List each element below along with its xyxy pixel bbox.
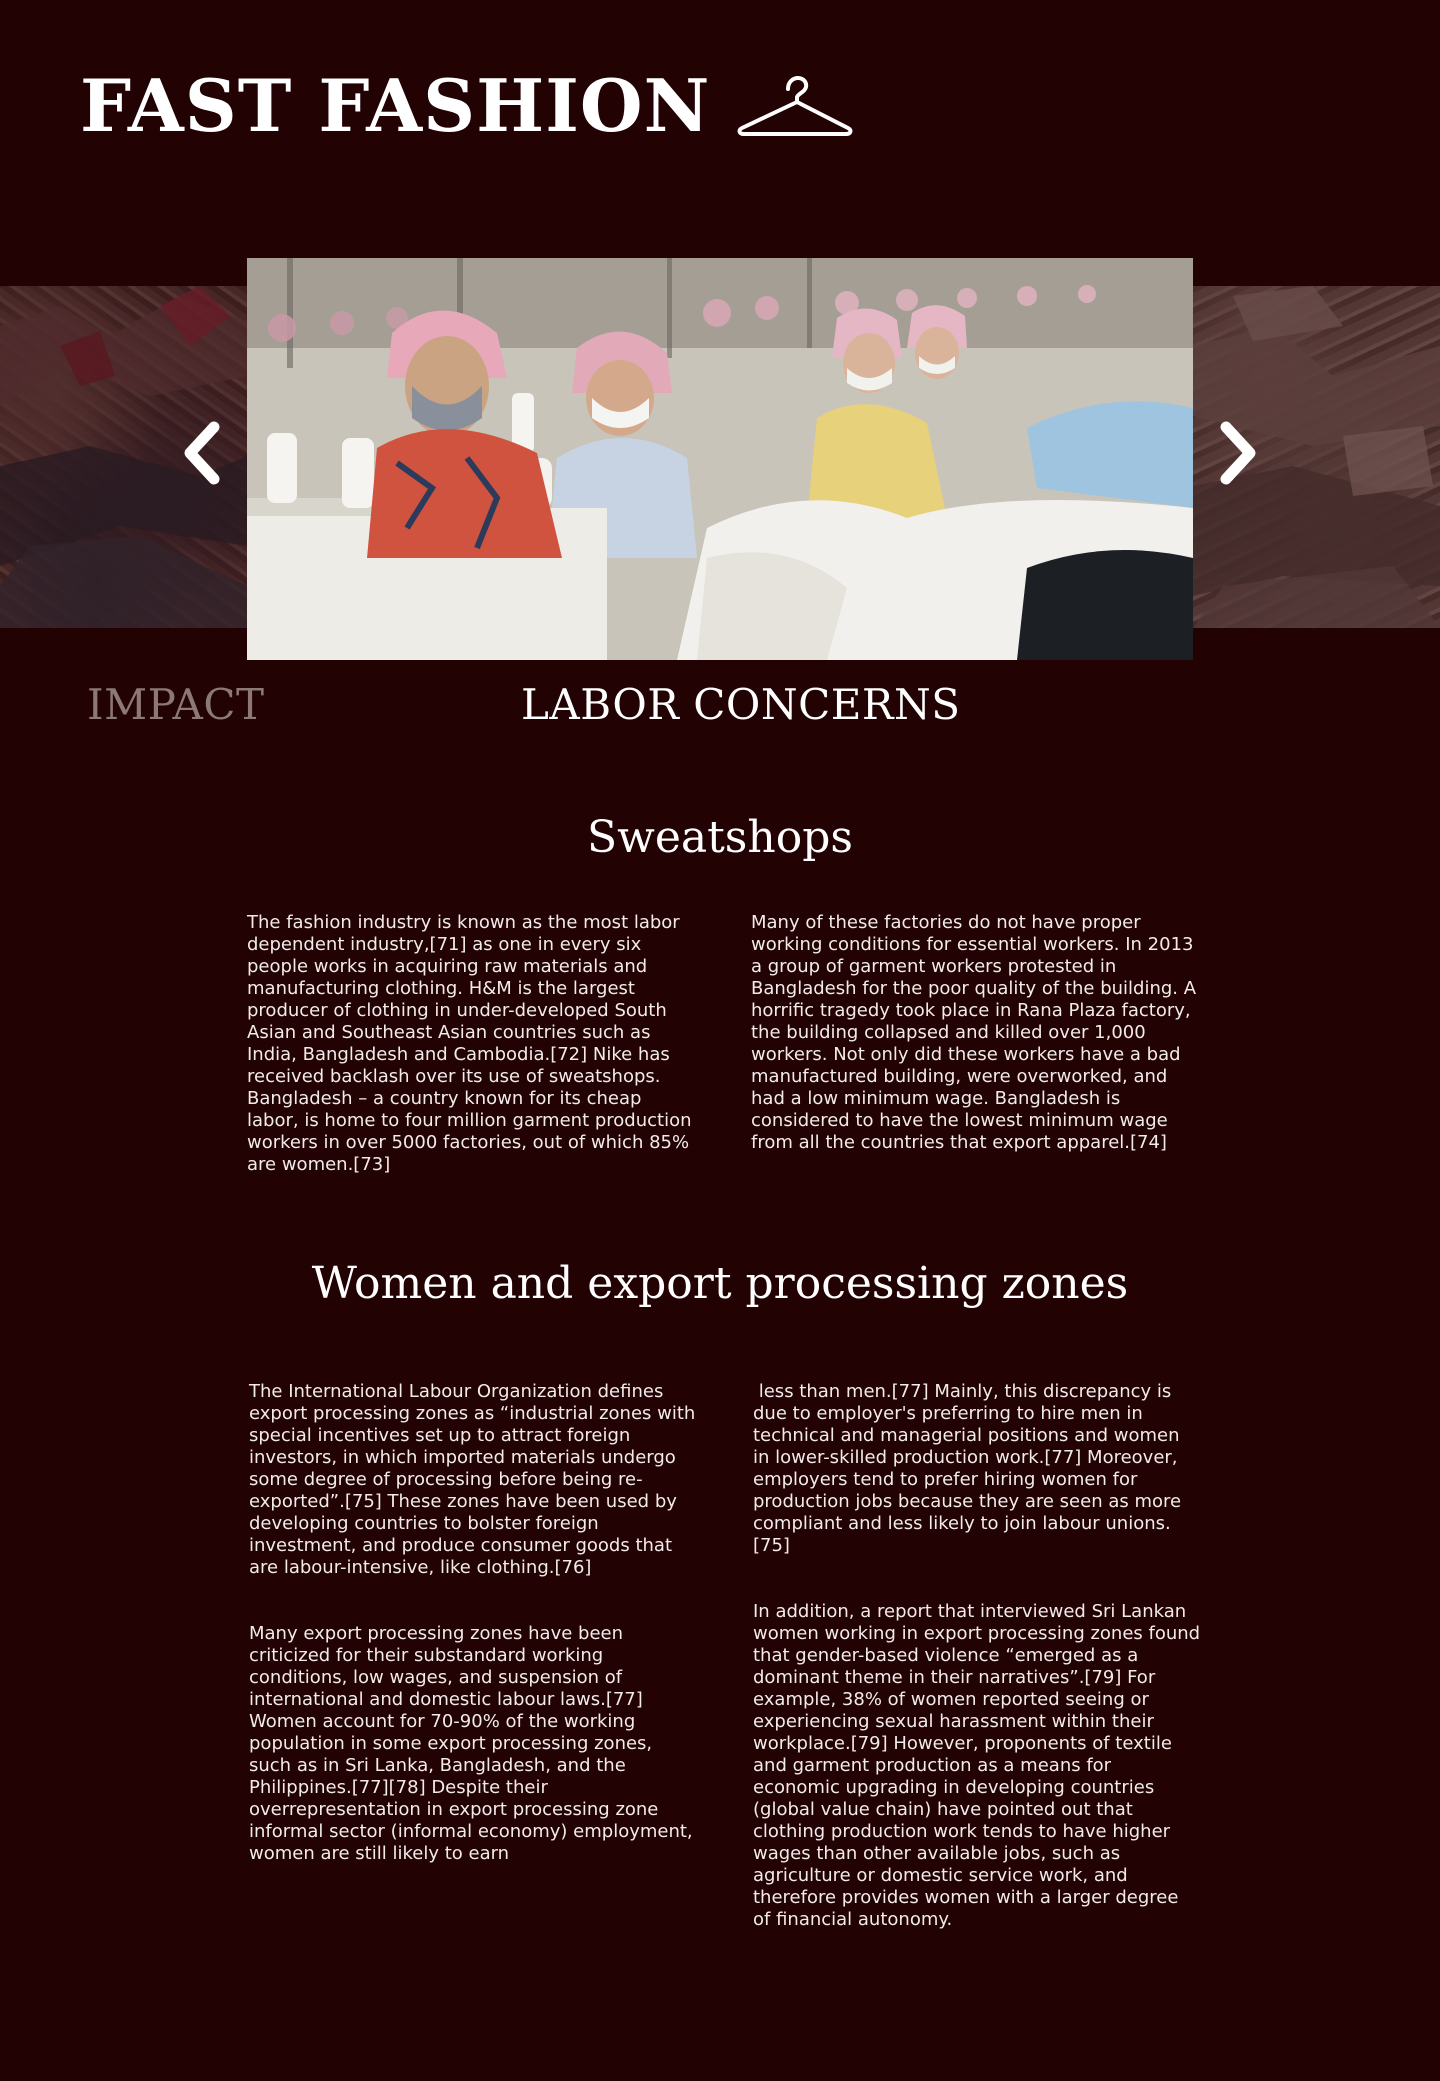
women-epz-col1-paragraph-1: The International Labour Organization de… xyxy=(249,1381,696,1578)
chevron-right-icon xyxy=(1220,421,1256,485)
site-title: FAST FASHION xyxy=(80,70,854,142)
sweatshops-column-2: Many of these factories do not have prop… xyxy=(751,912,1197,1153)
carousel-prev-button[interactable] xyxy=(178,421,228,485)
women-epz-column-2: less than men.[77] Mainly, this discrepa… xyxy=(753,1359,1201,1953)
carousel-next-button[interactable] xyxy=(1212,421,1262,485)
women-epz-column-1: The International Labour Organization de… xyxy=(249,1359,697,1887)
chevron-left-icon xyxy=(184,421,220,485)
women-epz-heading: Women and export processing zones xyxy=(311,1258,1129,1309)
women-epz-col1-paragraph-2: Many export processing zones have been c… xyxy=(249,1623,693,1864)
site-title-text: FAST FASHION xyxy=(80,63,711,148)
women-epz-col2-paragraph-1: less than men.[77] Mainly, this discrepa… xyxy=(753,1381,1187,1556)
carousel-label-previous[interactable]: IMPACT xyxy=(87,684,264,726)
image-carousel[interactable] xyxy=(0,258,1440,660)
women-epz-col2-paragraph-2: In addition, a report that interviewed S… xyxy=(753,1601,1201,1930)
carousel-label-current: LABOR CONCERNS xyxy=(521,680,961,729)
sweatshops-column-1: The fashion industry is known as the mos… xyxy=(247,912,692,1175)
current-slide-image[interactable] xyxy=(247,258,1193,660)
sweatshops-heading: Sweatshops xyxy=(587,812,853,863)
hanger-icon xyxy=(736,75,854,137)
